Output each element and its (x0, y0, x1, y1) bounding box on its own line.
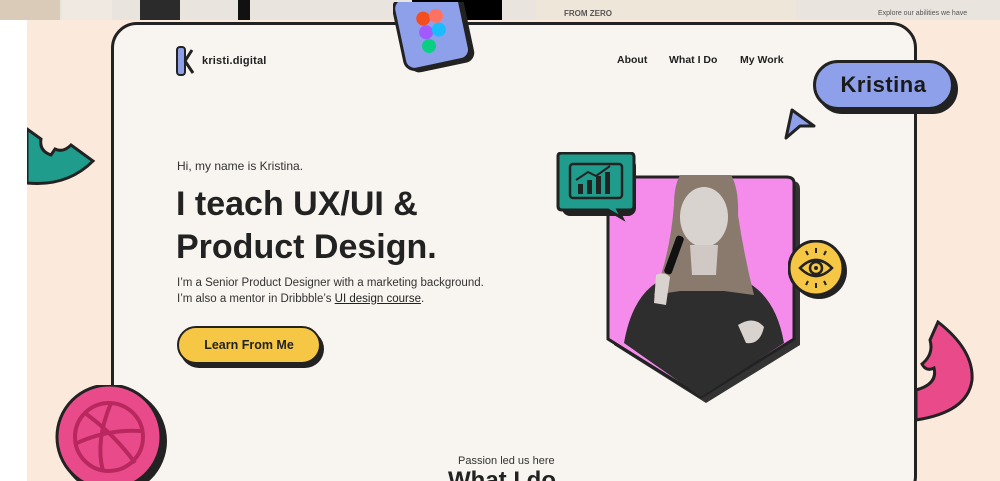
desc-line-2: I’m also a mentor in Dribbble’s UI desig… (177, 291, 537, 307)
desc-line-1: I’m a Senior Product Designer with a mar… (177, 277, 484, 289)
hero-headline: I teach UX/UI & Product Design. (176, 183, 536, 269)
name-badge: Kristina (813, 60, 954, 110)
hero-description: I’m a Senior Product Designer with a mar… (177, 275, 537, 307)
thumbnail[interactable] (0, 0, 60, 20)
logo-mark-icon (176, 46, 195, 76)
ui-design-course-link[interactable]: UI design course (335, 293, 421, 305)
section-title: What I do (448, 470, 556, 481)
desc-line-2-prefix: I’m also a mentor in Dribbble’s (177, 293, 335, 305)
learn-from-me-button[interactable]: Learn From Me (177, 326, 321, 364)
headline-line-2: Product Design. (176, 228, 437, 266)
thumbnail[interactable] (238, 0, 250, 20)
logo-text: kristi.digital (202, 55, 267, 67)
teal-shape-decor (27, 127, 96, 186)
figma-logo-icon (393, 2, 475, 73)
nav-about[interactable]: About (617, 54, 647, 66)
pink-shape-decor (914, 320, 974, 422)
nav-my-work[interactable]: My Work (740, 54, 784, 66)
desc-line-2-suffix: . (420, 293, 425, 305)
cursor-arrow-icon (784, 108, 816, 140)
nav-what-i-do[interactable]: What I Do (669, 54, 717, 66)
eye-icon (788, 240, 847, 299)
thumbnail[interactable] (140, 0, 180, 20)
site-logo[interactable]: kristi.digital (176, 46, 267, 76)
thumbnail[interactable] (62, 0, 112, 20)
section-eyebrow: Passion led us here (458, 455, 555, 467)
headline-line-1: I teach UX/UI & (176, 185, 418, 223)
top-thumbnail-strip: FROM ZERO Explore our abilities we have (0, 0, 1000, 20)
dribbble-icon (55, 385, 167, 481)
chart-screen-icon (556, 152, 636, 222)
thumbnail-label: Explore our abilities we have (878, 10, 968, 17)
thumbnail-label: FROM ZERO (564, 9, 612, 18)
hero-greeting: Hi, my name is Kristina. (177, 159, 304, 173)
